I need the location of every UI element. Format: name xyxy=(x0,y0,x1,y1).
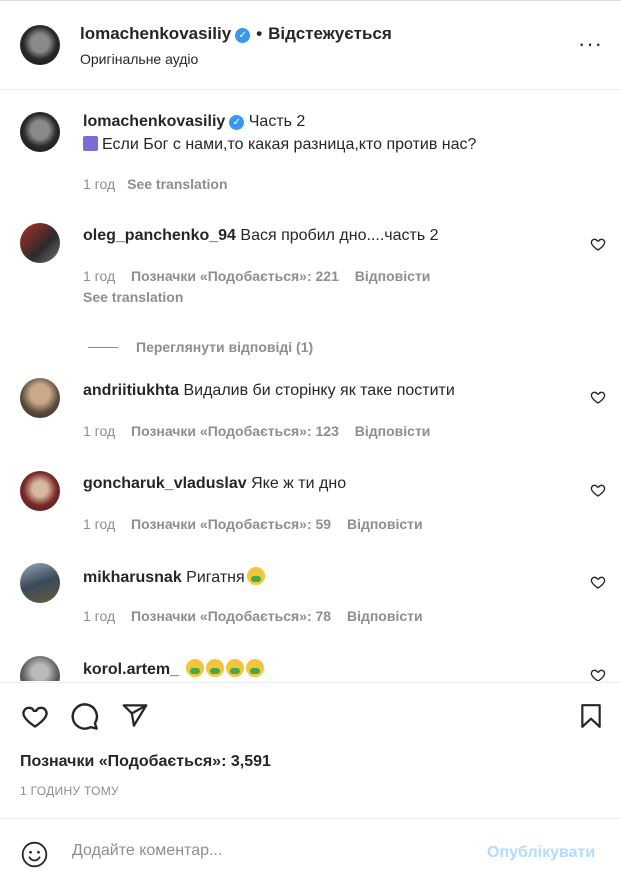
reply-button[interactable]: Відповісти xyxy=(347,516,423,532)
comment-line: korol.artem_ xyxy=(83,659,264,679)
likes-count[interactable]: Позначки «Подобається»: 3,591 xyxy=(20,753,271,771)
comment-meta: 1 год Позначки «Подобається»: 221 Відпов… xyxy=(83,268,430,284)
caption-title: Часть 2 xyxy=(248,113,306,130)
reply-button[interactable]: Відповісти xyxy=(355,268,431,284)
comment-likes[interactable]: Позначки «Подобається»: 59 xyxy=(131,516,331,532)
comment-line: oleg_panchenko_94 Вася пробил дно....час… xyxy=(83,227,439,245)
emoji-icon[interactable] xyxy=(21,841,48,868)
comment-time: 1 год xyxy=(83,423,116,439)
share-icon[interactable] xyxy=(120,702,150,729)
comment-meta: 1 год Позначки «Подобається»: 59 Відпові… xyxy=(83,516,423,532)
heart-icon[interactable] xyxy=(20,702,50,730)
caption-header: lomachenkovasiliy ✓ Часть 2 xyxy=(83,113,305,131)
comment-username[interactable]: korol.artem_ xyxy=(83,661,179,678)
comment-likes[interactable]: Позначки «Подобається»: 123 xyxy=(131,423,339,439)
comment-time: 1 год xyxy=(83,516,116,532)
comment-line: andriitiukhta Видалив би сторінку як так… xyxy=(83,382,455,400)
heart-icon[interactable] xyxy=(590,667,606,681)
caption-text: Если Бог с нами,то какая разница,кто про… xyxy=(102,136,477,153)
reply-button[interactable]: Відповісти xyxy=(347,608,423,624)
caption-meta: 1 год See translation xyxy=(83,176,228,192)
caption-username[interactable]: lomachenkovasiliy xyxy=(83,113,225,130)
avatar[interactable] xyxy=(20,25,60,65)
reply-button[interactable]: Відповісти xyxy=(355,423,431,439)
comment-icon[interactable] xyxy=(70,702,99,731)
comment-text: Видалив би сторінку як таке постити xyxy=(183,382,455,399)
comment-username[interactable]: goncharuk_vladuslav xyxy=(83,475,247,492)
comment-username[interactable]: mikharusnak xyxy=(83,569,182,586)
view-replies-label: Переглянути відповіді (1) xyxy=(136,339,314,355)
header-user-line: lomachenkovasiliy ✓ • Відстежується xyxy=(80,24,392,44)
header-username[interactable]: lomachenkovasiliy xyxy=(80,24,231,43)
comment-text: Яке ж ти дно xyxy=(251,475,347,492)
cross-emoji-icon xyxy=(83,136,98,151)
see-translation-link[interactable]: See translation xyxy=(127,176,227,192)
comment-username[interactable]: oleg_panchenko_94 xyxy=(83,227,236,244)
comment-time: 1 год xyxy=(83,268,116,284)
avatar[interactable] xyxy=(20,223,60,263)
post-time: 1 ГОДИНУ ТОМУ xyxy=(20,784,119,798)
audio-label[interactable]: Оригінальне аудіо xyxy=(80,51,198,67)
caption-time: 1 год xyxy=(83,176,116,192)
divider xyxy=(0,682,621,683)
replies-line xyxy=(88,347,118,348)
comment-time: 1 год xyxy=(83,608,116,624)
follow-status-button[interactable]: Відстежується xyxy=(268,24,392,43)
avatar[interactable] xyxy=(20,656,60,681)
nauseated-face-icon xyxy=(245,659,264,677)
nauseated-face-icon xyxy=(225,659,244,677)
comments-list[interactable]: lomachenkovasiliy ✓ Часть 2 Если Бог с на… xyxy=(0,91,621,681)
heart-icon[interactable] xyxy=(590,482,606,498)
avatar[interactable] xyxy=(20,378,60,418)
separator-dot: • xyxy=(256,24,263,43)
avatar[interactable] xyxy=(20,563,60,603)
add-comment-bar: Опублікувати xyxy=(0,818,621,877)
nauseated-face-icon xyxy=(205,659,224,677)
post-button[interactable]: Опублікувати xyxy=(487,844,595,862)
comment-line: goncharuk_vladuslav Яке ж ти дно xyxy=(83,475,346,493)
nauseated-face-icon xyxy=(246,567,265,585)
avatar[interactable] xyxy=(20,471,60,511)
heart-icon[interactable] xyxy=(590,574,606,590)
heart-icon[interactable] xyxy=(590,236,606,252)
comment-meta: 1 год Позначки «Подобається»: 78 Відпові… xyxy=(83,608,423,624)
comment-input[interactable] xyxy=(70,836,474,866)
view-replies-button[interactable]: Переглянути відповіді (1) xyxy=(88,339,313,355)
verified-icon: ✓ xyxy=(235,28,251,43)
bookmark-icon[interactable] xyxy=(578,702,604,730)
verified-icon: ✓ xyxy=(229,115,245,130)
comment-line: mikharusnak Ригатня xyxy=(83,567,265,587)
post-header: lomachenkovasiliy ✓ • Відстежується Оригіна… xyxy=(0,0,621,90)
comment-username[interactable]: andriitiukhta xyxy=(83,382,179,399)
comment-likes[interactable]: Позначки «Подобається»: 221 xyxy=(131,268,339,284)
comment-text: Вася пробил дно....часть 2 xyxy=(240,227,439,244)
avatar[interactable] xyxy=(20,112,60,152)
nauseated-face-icon xyxy=(185,659,204,677)
comment-likes[interactable]: Позначки «Подобається»: 78 xyxy=(131,608,331,624)
see-translation-link[interactable]: See translation xyxy=(83,289,183,305)
comment-text: Ригатня xyxy=(186,569,245,586)
comment-meta: 1 год Позначки «Подобається»: 123 Відпов… xyxy=(83,423,430,439)
caption-text-line: Если Бог с нами,то какая разница,кто про… xyxy=(83,136,476,154)
heart-icon[interactable] xyxy=(590,389,606,405)
more-icon[interactable]: ··· xyxy=(578,33,603,55)
